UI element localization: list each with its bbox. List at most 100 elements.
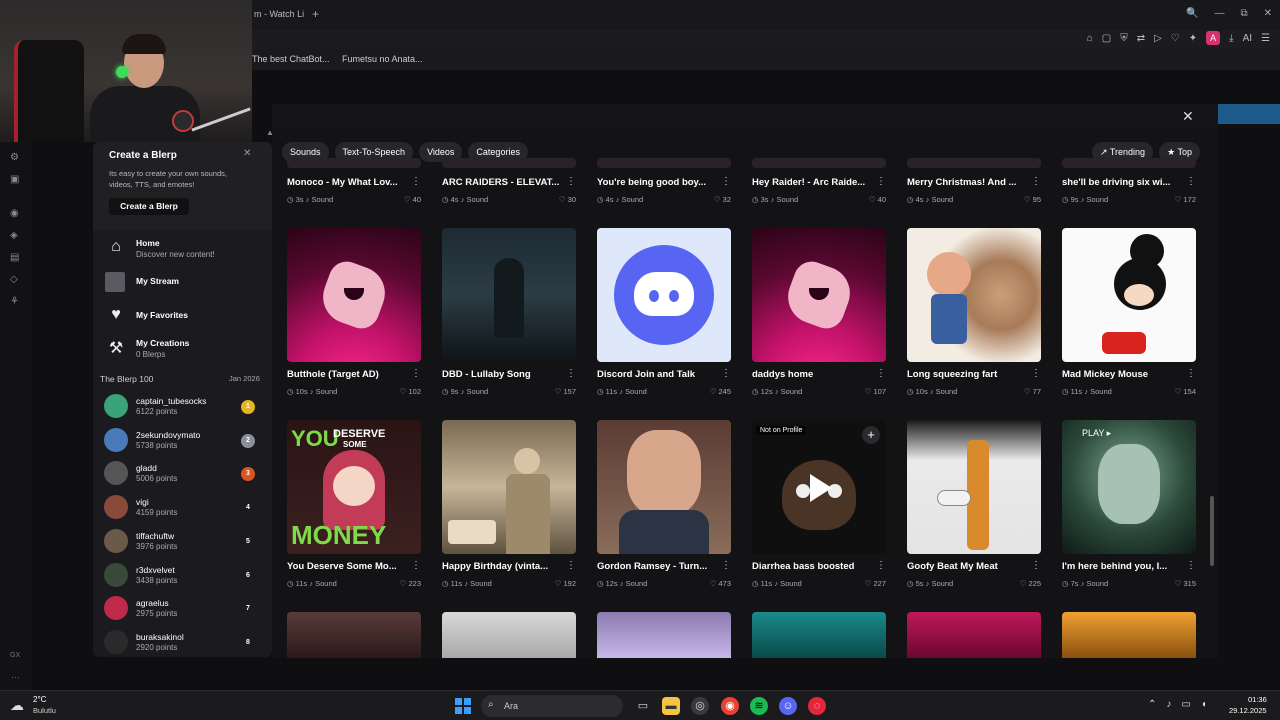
likes-count[interactable]: ♡ 154 bbox=[1175, 387, 1196, 396]
nav-my-creations[interactable]: ⚒ My Creations 0 Blerps bbox=[105, 334, 265, 362]
sound-title[interactable]: Gordon Ramsey - Turn... bbox=[597, 561, 715, 572]
taskbar-search[interactable]: ⌕ Ara bbox=[481, 695, 623, 717]
likes-count[interactable]: ♡ 107 bbox=[865, 387, 886, 396]
likes-count[interactable]: ♡ 40 bbox=[869, 195, 886, 204]
sound-card-partial[interactable] bbox=[287, 612, 421, 658]
more-options-icon[interactable]: ⋮ bbox=[876, 176, 886, 187]
sound-title[interactable]: daddys home bbox=[752, 369, 870, 380]
sound-title[interactable]: Butthole (Target AD) bbox=[287, 369, 405, 380]
bookmark-icon[interactable]: ⌂ bbox=[1087, 33, 1093, 44]
extensions-icon[interactable]: ✦ bbox=[1189, 33, 1197, 44]
more-options-icon[interactable]: ⋮ bbox=[566, 368, 576, 379]
sound-card-partial[interactable] bbox=[1062, 612, 1196, 658]
translate-icon[interactable]: ⇄ bbox=[1137, 33, 1145, 44]
sound-title[interactable]: Goofy Beat My Meat bbox=[907, 561, 1025, 572]
leaderboard-row[interactable]: r3dxvelvet 3438 points 6 bbox=[104, 561, 264, 591]
shield-icon[interactable]: ⛨ bbox=[1120, 33, 1128, 44]
sound-title[interactable]: Merry Christmas! And ... bbox=[907, 177, 1025, 188]
start-button[interactable] bbox=[455, 698, 471, 714]
leaderboard-row[interactable]: vigi 4159 points 4 bbox=[104, 493, 264, 523]
obs-icon[interactable]: ◎ bbox=[691, 697, 709, 715]
more-options-icon[interactable]: ⋮ bbox=[566, 176, 576, 187]
bookmark-item[interactable]: Fumetsu no Anata... bbox=[342, 54, 423, 64]
likes-count[interactable]: ♡ 32 bbox=[714, 195, 731, 204]
sound-title[interactable]: Happy Birthday (vinta... bbox=[442, 561, 560, 572]
download-icon[interactable]: ⤓ bbox=[1229, 33, 1233, 44]
create-card-close-icon[interactable]: ✕ bbox=[243, 148, 251, 159]
chevron-up-icon[interactable]: ⌃ bbox=[1148, 699, 1156, 710]
play-icon[interactable]: ▷ bbox=[1154, 33, 1162, 44]
leaderboard-row[interactable]: buraksakinol 2920 points 8 bbox=[104, 628, 264, 657]
likes-count[interactable]: ♡ 40 bbox=[404, 195, 421, 204]
likes-count[interactable]: ♡ 157 bbox=[555, 387, 576, 396]
nav-home[interactable]: ⌂ Home Discover new content! bbox=[105, 234, 265, 262]
file-explorer-icon[interactable]: ▬ bbox=[662, 697, 680, 715]
sound-title[interactable]: You Deserve Some Mo... bbox=[287, 561, 405, 572]
sound-card-partial[interactable] bbox=[907, 612, 1041, 658]
sound-title[interactable]: Monoco - My What Lov... bbox=[287, 177, 405, 188]
likes-count[interactable]: ♡ 227 bbox=[865, 579, 886, 588]
leaderboard-row[interactable]: captain_tubesocks 6122 points 1 bbox=[104, 392, 264, 422]
likes-count[interactable]: ♡ 223 bbox=[400, 579, 421, 588]
likes-count[interactable]: ♡ 172 bbox=[1175, 195, 1196, 204]
likes-count[interactable]: ♡ 315 bbox=[1175, 579, 1196, 588]
close-dialog-button[interactable]: ✕ bbox=[1182, 108, 1194, 125]
leaderboard-row[interactable]: 2sekundovymato 5738 points 2 bbox=[104, 426, 264, 456]
likes-count[interactable]: ♡ 473 bbox=[710, 579, 731, 588]
maximize-icon[interactable]: ⧉ bbox=[1240, 8, 1247, 19]
more-options-icon[interactable]: ⋮ bbox=[566, 560, 576, 571]
sound-title[interactable]: she'll be driving six wi... bbox=[1062, 177, 1180, 188]
chrome-icon[interactable]: ◉ bbox=[721, 697, 739, 715]
spotify-icon[interactable]: ◉ bbox=[10, 208, 19, 219]
sound-title[interactable]: Long squeezing fart bbox=[907, 369, 1025, 380]
clock-date[interactable]: 29.12.2025 bbox=[1229, 706, 1267, 715]
extensions-side-icon[interactable]: ⚘ bbox=[10, 296, 19, 307]
task-view-icon[interactable]: ▭ bbox=[634, 697, 652, 715]
more-options-icon[interactable]: ⋮ bbox=[1186, 560, 1196, 571]
likes-count[interactable]: ♡ 225 bbox=[1020, 579, 1041, 588]
likes-count[interactable]: ♡ 30 bbox=[559, 195, 576, 204]
more-options-icon[interactable]: ⋮ bbox=[1186, 368, 1196, 379]
play-icon[interactable] bbox=[810, 474, 832, 502]
more-options-icon[interactable]: ⋮ bbox=[876, 560, 886, 571]
more-options-icon[interactable]: ⋮ bbox=[411, 368, 421, 379]
sound-title[interactable]: Hey Raider! - Arc Raide... bbox=[752, 177, 870, 188]
more-options-icon[interactable]: ⋮ bbox=[876, 368, 886, 379]
sound-title[interactable]: Diarrhea bass boosted bbox=[752, 561, 870, 572]
twitch-icon[interactable]: ▣ bbox=[10, 174, 19, 185]
navigation-icon[interactable]: ◈ bbox=[10, 230, 18, 241]
sound-title[interactable]: ARC RAIDERS - ELEVAT... bbox=[442, 177, 560, 188]
settings-icon[interactable]: ⚙ bbox=[10, 152, 19, 163]
more-options-icon[interactable]: ⋮ bbox=[411, 176, 421, 187]
weather-temperature[interactable]: 2°C bbox=[33, 695, 46, 704]
history-icon[interactable]: ▤ bbox=[10, 252, 19, 263]
leaderboard-row[interactable]: agraelus 2975 points 7 bbox=[104, 594, 264, 624]
tag-icon[interactable]: ◇ bbox=[10, 274, 18, 285]
more-options-icon[interactable]: ⋮ bbox=[1186, 176, 1196, 187]
more-options-icon[interactable]: ⋮ bbox=[1031, 560, 1041, 571]
opera-gx-icon[interactable]: ◌ bbox=[808, 697, 826, 715]
sound-card-partial[interactable] bbox=[442, 612, 576, 658]
more-options-icon[interactable]: ⋮ bbox=[1031, 176, 1041, 187]
weather-description[interactable]: Bulutlu bbox=[33, 706, 56, 715]
add-to-profile-button[interactable]: + bbox=[862, 426, 880, 444]
more-options-icon[interactable]: ⋮ bbox=[721, 560, 731, 571]
leaderboard-row[interactable]: gladd 5006 points 3 bbox=[104, 459, 264, 489]
ai-button[interactable]: AI bbox=[1243, 33, 1252, 44]
sound-title[interactable]: I'm here behind you, I... bbox=[1062, 561, 1180, 572]
sound-title[interactable]: You're being good boy... bbox=[597, 177, 715, 188]
likes-count[interactable]: ♡ 77 bbox=[1024, 387, 1041, 396]
microphone-icon[interactable]: ♪ bbox=[1166, 699, 1171, 710]
clock-time[interactable]: 01:36 bbox=[1248, 695, 1267, 704]
more-icon[interactable]: ··· bbox=[11, 672, 20, 682]
create-blerp-button[interactable]: Create a Blerp bbox=[109, 198, 189, 215]
sound-title[interactable]: Discord Join and Talk bbox=[597, 369, 715, 380]
volume-icon[interactable]: ◖ bbox=[1201, 699, 1207, 710]
minimize-icon[interactable]: — bbox=[1214, 8, 1224, 19]
active-tab-title[interactable]: m - Watch Li bbox=[254, 9, 304, 19]
nav-my-favorites[interactable]: ♥ My Favorites bbox=[105, 302, 265, 330]
new-tab-button[interactable]: + bbox=[312, 7, 319, 21]
close-window-icon[interactable]: ✕ bbox=[1264, 8, 1272, 19]
heart-icon[interactable]: ♡ bbox=[1171, 33, 1180, 44]
more-options-icon[interactable]: ⋮ bbox=[1031, 368, 1041, 379]
